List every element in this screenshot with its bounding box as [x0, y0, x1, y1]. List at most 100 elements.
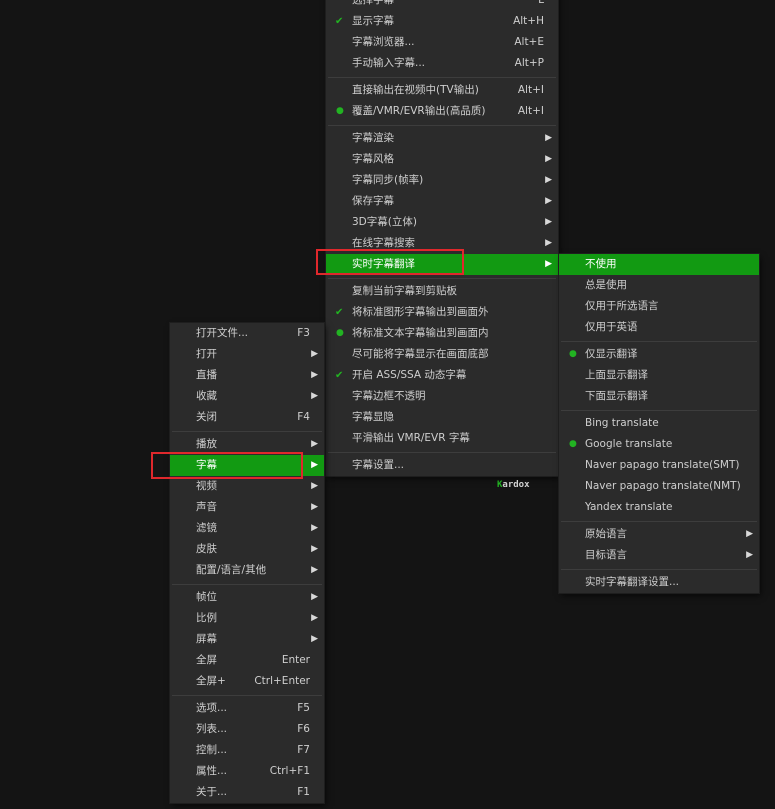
- menu-item-naver-papago-smt[interactable]: Naver papago translate(SMT): [559, 455, 759, 476]
- menu-item-bing-translate[interactable]: Bing translate: [559, 413, 759, 434]
- submenu-arrow-icon: ▶: [545, 154, 552, 164]
- menu-item-label: 帧位: [196, 591, 217, 603]
- menu-item-online-subtitle-search[interactable]: 在线字幕搜索 ▶: [326, 233, 558, 254]
- menu-item-label: 平滑输出 VMR/EVR 字幕: [352, 432, 470, 444]
- menu-item-label: 下面显示翻译: [585, 390, 648, 402]
- menu-item-show-translation-only[interactable]: ● 仅显示翻译: [559, 344, 759, 365]
- menu-item-direct-output-tv[interactable]: 直接输出在视频中(TV输出) Alt+I: [326, 80, 558, 101]
- menu-item-label: 将标准图形字幕输出到画面外: [352, 306, 489, 318]
- menu-item-audio[interactable]: 声音 ▶: [170, 497, 324, 518]
- menu-item-subtitle-fade[interactable]: 字幕显隐: [326, 407, 558, 428]
- submenu-arrow-icon: ▶: [545, 238, 552, 248]
- menu-item-label: 不使用: [585, 258, 617, 270]
- menu-item-control[interactable]: 控制... F7: [170, 740, 324, 761]
- shortcut-label: Alt+E: [514, 36, 544, 48]
- menu-item-playback[interactable]: 播放 ▶: [170, 434, 324, 455]
- menu-item-frame-position[interactable]: 帧位 ▶: [170, 587, 324, 608]
- menu-item-ass-ssa-dynamic[interactable]: ✔ 开启 ASS/SSA 动态字幕: [326, 365, 558, 386]
- menu-item-label: Google translate: [585, 438, 673, 450]
- menu-item-english-only[interactable]: 仅用于英语: [559, 317, 759, 338]
- submenu-arrow-icon: ▶: [311, 523, 318, 533]
- shortcut-label: Alt+I: [517, 84, 544, 96]
- menu-item-about[interactable]: 关于... F1: [170, 782, 324, 803]
- menu-item-open-file[interactable]: 打开文件... F3: [170, 323, 324, 344]
- menu-item-label: 原始语言: [585, 528, 627, 540]
- menu-item-favorites[interactable]: 收藏 ▶: [170, 386, 324, 407]
- menu-item-subtitle-3d[interactable]: 3D字幕(立体) ▶: [326, 212, 558, 233]
- menu-item-config-language-other[interactable]: 配置/语言/其他 ▶: [170, 560, 324, 581]
- menu-item-label: 总是使用: [585, 279, 627, 291]
- menu-item-label: 皮肤: [196, 543, 217, 555]
- menu-item-close[interactable]: 关闭 F4: [170, 407, 324, 428]
- menu-item-label: 上面显示翻译: [585, 369, 648, 381]
- menu-item-label: 字幕同步(帧率): [352, 174, 424, 186]
- menu-item-aspect-ratio[interactable]: 比例 ▶: [170, 608, 324, 629]
- menu-item-label: 目标语言: [585, 549, 627, 561]
- menu-item-filters[interactable]: 滤镜 ▶: [170, 518, 324, 539]
- submenu-arrow-icon: ▶: [311, 391, 318, 401]
- menu-item-label: 屏幕: [196, 633, 217, 645]
- menu-item-label: 收藏: [196, 390, 217, 402]
- menu-item-opaque-subtitle-border[interactable]: 字幕边框不透明: [326, 386, 558, 407]
- menu-item-subtitle-browser[interactable]: 字幕浏览器... Alt+E: [326, 32, 558, 53]
- menu-item-naver-papago-nmt[interactable]: Naver papago translate(NMT): [559, 476, 759, 497]
- submenu-arrow-icon: ▶: [545, 259, 552, 269]
- menu-item-video[interactable]: 视频 ▶: [170, 476, 324, 497]
- menu-item-fullscreen[interactable]: 全屏 Enter: [170, 650, 324, 671]
- menu-item-playlist[interactable]: 列表... F6: [170, 719, 324, 740]
- menu-item-label: 视频: [196, 480, 217, 492]
- menu-item-live[interactable]: 直播 ▶: [170, 365, 324, 386]
- menu-item-fullscreen-plus[interactable]: 全屏+ Ctrl+Enter: [170, 671, 324, 692]
- shortcut-label: F7: [297, 744, 310, 756]
- menu-item-label: 开启 ASS/SSA 动态字幕: [352, 369, 467, 381]
- menu-item-label: 字幕浏览器...: [352, 36, 415, 48]
- desktop: { "main_menu": { "items": [ {"type":"ite…: [0, 0, 775, 809]
- menu-item-translation-above[interactable]: 上面显示翻译: [559, 365, 759, 386]
- checkmark-icon: ✔: [335, 370, 344, 381]
- menu-item-screen[interactable]: 屏幕 ▶: [170, 629, 324, 650]
- menu-item-save-subtitle[interactable]: 保存字幕 ▶: [326, 191, 558, 212]
- menu-item-smooth-vmr-evr-subtitle[interactable]: 平滑输出 VMR/EVR 字幕: [326, 428, 558, 449]
- menu-item-show-subtitles[interactable]: ✔ 显示字幕 Alt+H: [326, 11, 558, 32]
- menu-item-selected-language-only[interactable]: 仅用于所选语言: [559, 296, 759, 317]
- menu-item-label: 全屏: [196, 654, 217, 666]
- menu-item-realtime-subtitle-translation[interactable]: 实时字幕翻译 ▶: [326, 254, 558, 275]
- menu-item-label: 直播: [196, 369, 217, 381]
- menu-item-always-use[interactable]: 总是使用: [559, 275, 759, 296]
- menu-item-open[interactable]: 打开 ▶: [170, 344, 324, 365]
- menu-item-yandex-translate[interactable]: Yandex translate: [559, 497, 759, 518]
- submenu-arrow-icon: ▶: [311, 634, 318, 644]
- radio-dot-icon: ●: [569, 439, 577, 449]
- shortcut-label: Alt+I: [517, 105, 544, 117]
- submenu-arrow-icon: ▶: [545, 196, 552, 206]
- menu-item-subtitle-sync[interactable]: 字幕同步(帧率) ▶: [326, 170, 558, 191]
- menu-item-options[interactable]: 选项... F5: [170, 698, 324, 719]
- radio-dot-icon: ●: [336, 106, 344, 116]
- menu-item-translation-settings[interactable]: 实时字幕翻译设置...: [559, 572, 759, 593]
- kardox-watermark: Kardox: [497, 480, 530, 490]
- menu-item-overlay-vmr-evr-output[interactable]: ● 覆盖/VMR/EVR输出(高品质) Alt+I: [326, 101, 558, 122]
- shortcut-label: F5: [297, 702, 310, 714]
- realtime-translation-submenu: 不使用总是使用仅用于所选语言 仅用于英语 ● 仅显示翻译上面显示翻译 下面显示翻译 Bin…: [559, 254, 759, 593]
- menu-item-google-translate[interactable]: ● Google translate: [559, 434, 759, 455]
- menu-item-subtitle-settings[interactable]: 字幕设置...: [326, 455, 558, 476]
- menu-item-subtitles[interactable]: 字幕 ▶: [170, 455, 324, 476]
- menu-item-subtitle-rendering[interactable]: 字幕渲染 ▶: [326, 128, 558, 149]
- menu-item-target-language[interactable]: 目标语言 ▶: [559, 545, 759, 566]
- menu-item-source-language[interactable]: 原始语言 ▶: [559, 524, 759, 545]
- menu-item-manual-subtitle-input[interactable]: 手动输入字幕... Alt+P: [326, 53, 558, 74]
- menu-item-skins[interactable]: 皮肤 ▶: [170, 539, 324, 560]
- main-context-menu: 打开文件... F3 打开 ▶ 直播 ▶ 收藏 ▶ 关闭 F4 播放 ▶ 字幕 ▶ 视频 ▶ 声音 ▶ 滤镜 ▶ 皮肤 ▶…: [170, 323, 324, 803]
- menu-item-label: 关闭: [196, 411, 217, 423]
- menu-item-subtitle-at-bottom[interactable]: 尽可能将字幕显示在画面底部: [326, 344, 558, 365]
- menu-item-not-used[interactable]: 不使用: [559, 254, 759, 275]
- menu-item-graphic-subtitle-outside[interactable]: ✔ 将标准图形字幕输出到画面外: [326, 302, 558, 323]
- menu-item-copy-subtitle-clipboard[interactable]: 复制当前字幕到剪贴板: [326, 281, 558, 302]
- menu-item-text-subtitle-inside[interactable]: ● 将标准文本字幕输出到画面内: [326, 323, 558, 344]
- menu-item-properties[interactable]: 属性... Ctrl+F1: [170, 761, 324, 782]
- menu-item-translation-below[interactable]: 下面显示翻译: [559, 386, 759, 407]
- menu-item-subtitle-style[interactable]: 字幕风格 ▶: [326, 149, 558, 170]
- shortcut-label: Alt+H: [513, 15, 544, 27]
- menu-item-select-subtitle[interactable]: 选择字幕 L: [326, 0, 558, 11]
- submenu-arrow-icon: ▶: [545, 133, 552, 143]
